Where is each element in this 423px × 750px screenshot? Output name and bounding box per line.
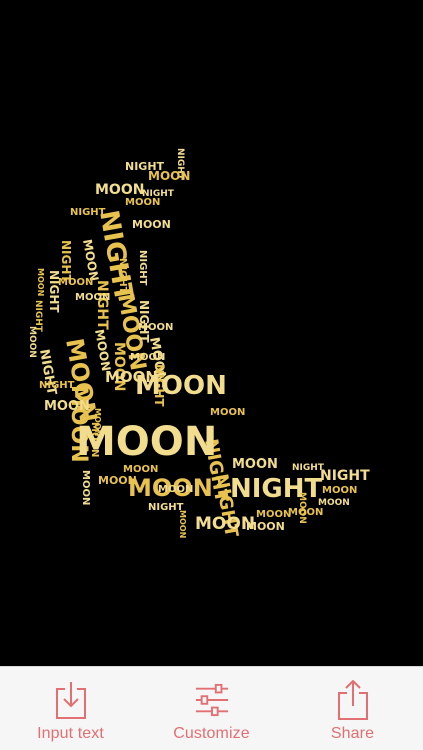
- moon-word-cloud: NIGHTNIGHTMOONNIGHTMOONMOONNIGHTNIGHTMOO…: [27, 148, 370, 539]
- customize-button[interactable]: Customize: [142, 667, 282, 750]
- cloud-word: MOON: [148, 169, 190, 183]
- cloud-word: MOON: [27, 326, 37, 358]
- share-label: Share: [330, 725, 375, 742]
- bottom-toolbar: Input text Customize Share: [0, 666, 423, 750]
- cloud-word: MOON: [318, 498, 350, 508]
- share-icon: [336, 679, 370, 721]
- cloud-word: MOON: [36, 268, 45, 296]
- cloud-word: MOON: [58, 277, 93, 288]
- cloud-word: MOON: [80, 470, 91, 505]
- download-tray-icon: [54, 679, 88, 721]
- cloud-word: MOON: [76, 419, 217, 465]
- cloud-word: MOON: [210, 407, 245, 418]
- cloud-word: MOON: [80, 238, 101, 282]
- customize-label: Customize: [173, 725, 250, 742]
- cloud-word: MOON: [178, 510, 187, 538]
- cloud-word: MOON: [138, 322, 173, 333]
- app-screen: NIGHT NIGHT MOON NIGHT MOON MOON NIGHT NIGHT MOO…: [0, 0, 423, 750]
- cloud-word: MOON: [125, 197, 160, 208]
- cloud-word: MOON: [75, 292, 110, 303]
- cloud-word: NIGHT: [230, 474, 323, 504]
- cloud-word: MOON: [92, 328, 113, 372]
- cloud-word: MOON: [322, 485, 357, 496]
- cloud-word: MOON: [135, 371, 227, 401]
- share-button[interactable]: Share: [283, 667, 423, 750]
- cloud-word: MOON: [288, 507, 323, 518]
- cloud-word: NIGHT: [94, 280, 110, 330]
- cloud-word: MOON: [44, 399, 90, 414]
- input-text-button[interactable]: Input text: [1, 667, 141, 750]
- cloud-word: MOON: [158, 484, 193, 495]
- cloud-word: MOON: [232, 457, 278, 472]
- cloud-word: MOON: [132, 218, 171, 231]
- sliders-icon: [195, 679, 229, 721]
- word-cloud-canvas: NIGHT NIGHT MOON NIGHT MOON MOON NIGHT NIGHT MOO…: [0, 0, 423, 666]
- cloud-word: MOON: [130, 352, 165, 363]
- cloud-word: NIGHT: [137, 250, 148, 286]
- cloud-word: NIGHT: [117, 258, 128, 294]
- cloud-word: MOON: [95, 182, 144, 198]
- cloud-word: MOON: [256, 509, 291, 520]
- cloud-word: MOON: [246, 520, 285, 533]
- cloud-word: NIGHT: [320, 468, 370, 484]
- input-text-label: Input text: [37, 725, 104, 742]
